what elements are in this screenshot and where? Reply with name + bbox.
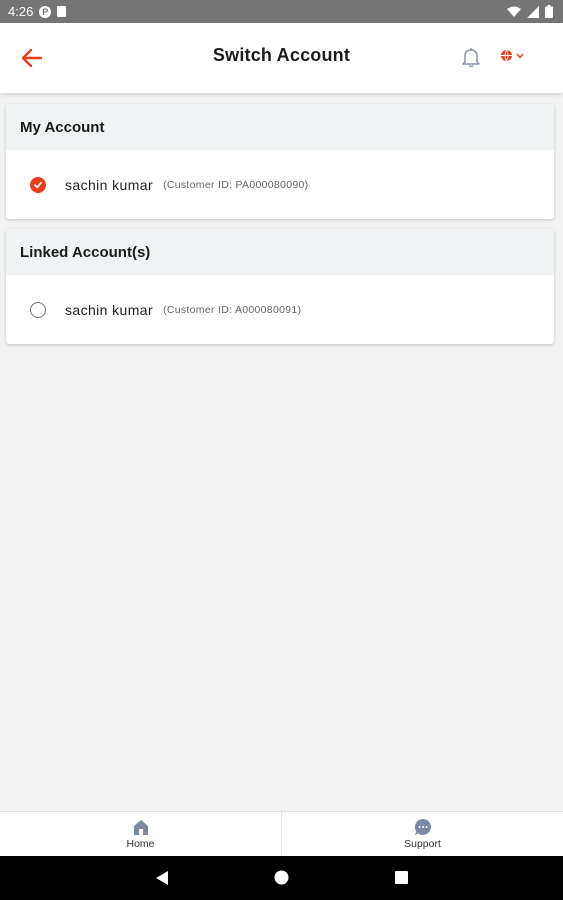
signal-icon xyxy=(527,5,539,18)
status-bar: 4:26 P xyxy=(0,0,563,23)
chat-icon xyxy=(414,818,431,835)
account-name: sachin kumar xyxy=(65,176,154,193)
bottom-navigation: Home Support xyxy=(0,811,563,856)
linked-accounts-heading: Linked Account(s) xyxy=(6,229,554,275)
home-icon xyxy=(133,820,148,835)
app-notification-icon: P xyxy=(39,5,52,18)
chevron-down-icon xyxy=(516,53,524,59)
recents-square-icon[interactable] xyxy=(395,871,408,884)
radio-checked-icon[interactable] xyxy=(30,176,46,193)
my-account-card: My Account sachin kumar (Customer ID: PA… xyxy=(6,104,554,219)
account-name: sachin kumar xyxy=(65,301,154,318)
home-circle-icon[interactable] xyxy=(274,870,289,885)
sd-card-icon xyxy=(57,6,67,17)
account-option-linked[interactable]: sachin kumar (Customer ID: A000080091) xyxy=(6,275,554,344)
linked-accounts-card: Linked Account(s) sachin kumar (Customer… xyxy=(6,229,554,344)
language-selector[interactable] xyxy=(500,49,524,62)
account-option-primary[interactable]: sachin kumar (Customer ID: PA000080090) xyxy=(6,150,554,219)
nav-label-home: Home xyxy=(126,838,155,850)
bell-icon[interactable] xyxy=(460,46,482,68)
globe-icon xyxy=(501,49,512,62)
my-account-heading: My Account xyxy=(6,104,554,150)
status-time: 4:26 xyxy=(8,4,34,19)
system-navigation-bar xyxy=(0,856,563,900)
status-bar-right xyxy=(507,5,553,18)
battery-icon xyxy=(545,5,553,18)
nav-item-support[interactable]: Support xyxy=(281,812,563,856)
status-bar-left: 4:26 P xyxy=(8,4,67,19)
wifi-icon xyxy=(507,6,521,17)
nav-label-support: Support xyxy=(404,838,441,850)
customer-id: (Customer ID: A000080091) xyxy=(163,303,302,316)
radio-unchecked-icon[interactable] xyxy=(30,301,46,318)
back-triangle-icon[interactable] xyxy=(155,870,169,886)
customer-id: (Customer ID: PA000080090) xyxy=(163,178,309,191)
app-header: Switch Account xyxy=(0,23,563,93)
nav-item-home[interactable]: Home xyxy=(0,812,281,856)
